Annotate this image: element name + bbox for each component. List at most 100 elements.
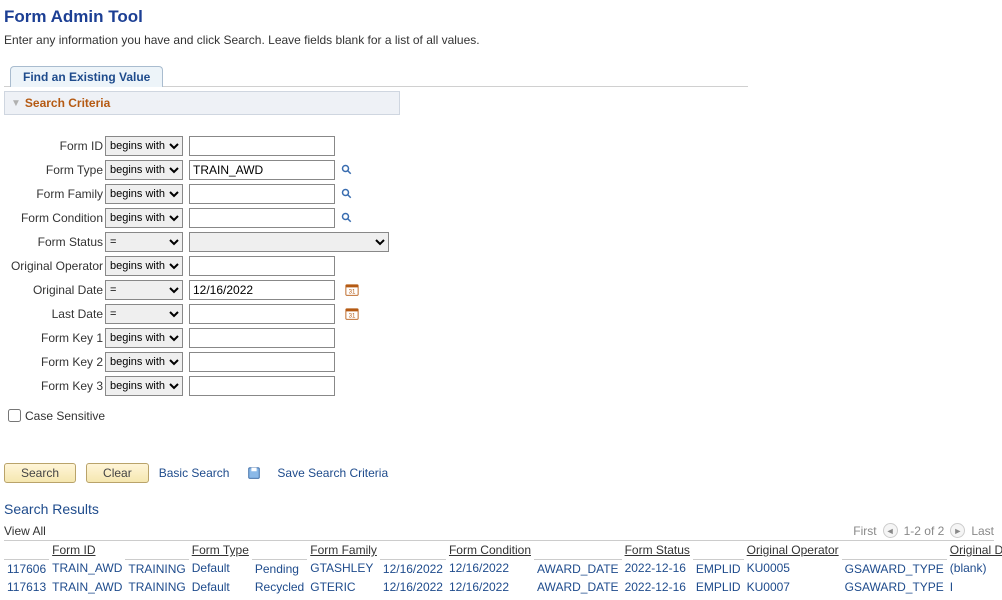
form-family-input[interactable] (189, 184, 335, 204)
search-button[interactable]: Search (4, 463, 76, 483)
original-date-cal[interactable]: 31 (341, 283, 359, 297)
form-key-3-input[interactable] (189, 376, 335, 396)
cell[interactable]: 2022-12-16 (622, 578, 693, 596)
nav-first[interactable]: First (853, 524, 876, 538)
form-status-op[interactable]: = (105, 232, 183, 252)
cell[interactable]: I (947, 578, 1002, 596)
nav-last[interactable]: Last (971, 524, 994, 538)
case-sensitive-checkbox[interactable] (8, 409, 21, 422)
nav-range: 1-2 of 2 (904, 524, 945, 538)
calendar-icon: 31 (345, 283, 359, 297)
tab-find-existing[interactable]: Find an Existing Value (10, 66, 163, 87)
cell[interactable]: EMPLID (693, 578, 744, 596)
table-row[interactable]: 117606 TRAIN_AWD TRAINING Default Pendin… (4, 559, 1002, 578)
cell[interactable]: 117613 (4, 578, 49, 596)
cell[interactable]: AWARD_DATE (534, 559, 622, 578)
form-key-2-op[interactable]: begins with (105, 352, 183, 372)
cell[interactable]: TRAINING (125, 578, 188, 596)
section-title: Search Criteria (25, 96, 110, 110)
cell[interactable]: EMPLID (693, 559, 744, 578)
form-key-3-label: Form Key 3 (4, 379, 105, 393)
cell[interactable]: TRAINING (125, 559, 188, 578)
calendar-icon: 31 (345, 307, 359, 321)
form-key-1-input[interactable] (189, 328, 335, 348)
last-date-op[interactable]: = (105, 304, 183, 324)
criteria-form: Form ID begins with Form Type begins wit… (4, 135, 998, 425)
form-id-input[interactable] (189, 136, 335, 156)
save-search-icon (247, 466, 261, 480)
form-id-label: Form ID (4, 139, 105, 153)
col-form-family[interactable]: Form Family (307, 541, 380, 559)
form-condition-label: Form Condition (4, 211, 105, 225)
case-sensitive-row: Case Sensitive (4, 406, 998, 425)
lookup-icon (341, 212, 353, 224)
results-table: Form ID Form Type Form Family Form Condi… (4, 541, 1002, 596)
save-search-link[interactable]: Save Search Criteria (277, 466, 388, 480)
cell[interactable]: Pending (252, 559, 307, 578)
cell[interactable]: TRAIN_AWD (49, 578, 125, 596)
form-key-1-op[interactable]: begins with (105, 328, 183, 348)
col-orig-date[interactable]: Original Date (947, 541, 1002, 559)
button-row: Search Clear Basic Search Save Search Cr… (4, 463, 998, 483)
table-row[interactable]: 117613 TRAIN_AWD TRAINING Default Recycl… (4, 578, 1002, 596)
cell[interactable]: 12/16/2022 (380, 578, 446, 596)
form-type-lookup[interactable] (341, 164, 353, 176)
last-date-label: Last Date (4, 307, 105, 321)
original-operator-input[interactable] (189, 256, 335, 276)
form-condition-lookup[interactable] (341, 212, 353, 224)
form-status-select[interactable] (189, 232, 389, 252)
clear-button[interactable]: Clear (86, 463, 149, 483)
form-condition-input[interactable] (189, 208, 335, 228)
case-sensitive-label[interactable]: Case Sensitive (25, 409, 105, 423)
cell[interactable]: AWARD_DATE (534, 578, 622, 596)
nav-next-icon[interactable]: ► (950, 523, 965, 538)
original-date-input[interactable] (189, 280, 335, 300)
form-type-input[interactable] (189, 160, 335, 180)
section-search-criteria[interactable]: ▼ Search Criteria (4, 91, 400, 115)
view-all-link[interactable]: View All (4, 524, 46, 538)
col-form-type[interactable]: Form Type (189, 541, 252, 559)
cell[interactable]: 12/16/2022 (446, 559, 534, 578)
cell[interactable]: 12/16/2022 (380, 559, 446, 578)
form-family-op[interactable]: begins with (105, 184, 183, 204)
original-date-op[interactable]: = (105, 280, 183, 300)
form-type-op[interactable]: begins with (105, 160, 183, 180)
svg-text:31: 31 (349, 312, 356, 319)
cell[interactable]: TRAIN_AWD (49, 559, 125, 578)
lookup-icon (341, 188, 353, 200)
form-family-label: Form Family (4, 187, 105, 201)
tab-row: Find an Existing Value (4, 65, 748, 87)
nav-prev-icon[interactable]: ◄ (883, 523, 898, 538)
instructions-text: Enter any information you have and click… (4, 33, 998, 47)
cell[interactable]: Recycled (252, 578, 307, 596)
cell[interactable]: 117606 (4, 559, 49, 578)
svg-text:31: 31 (349, 288, 356, 295)
form-key-1-label: Form Key 1 (4, 331, 105, 345)
original-operator-label: Original Operator (4, 259, 105, 273)
cell[interactable]: (blank) (947, 559, 1002, 578)
original-operator-op[interactable]: begins with (105, 256, 183, 276)
col-form-id[interactable]: Form ID (49, 541, 125, 559)
form-key-2-input[interactable] (189, 352, 335, 372)
col-form-status[interactable]: Form Status (622, 541, 693, 559)
cell[interactable]: GSAWARD_TYPE (842, 578, 947, 596)
cell[interactable]: KU0007 (744, 578, 842, 596)
last-date-input[interactable] (189, 304, 335, 324)
form-key-3-op[interactable]: begins with (105, 376, 183, 396)
col-form-condition[interactable]: Form Condition (446, 541, 534, 559)
cell[interactable]: GSAWARD_TYPE (842, 559, 947, 578)
form-condition-op[interactable]: begins with (105, 208, 183, 228)
results-header-row: Form ID Form Type Form Family Form Condi… (4, 541, 1002, 559)
cell[interactable]: KU0005 (744, 559, 842, 578)
cell[interactable]: Default (189, 578, 252, 596)
basic-search-link[interactable]: Basic Search (159, 466, 230, 480)
cell[interactable]: 12/16/2022 (446, 578, 534, 596)
form-id-op[interactable]: begins with (105, 136, 183, 156)
cell[interactable]: GTERIC (307, 578, 380, 596)
last-date-cal[interactable]: 31 (341, 307, 359, 321)
cell[interactable]: GTASHLEY (307, 559, 380, 578)
form-family-lookup[interactable] (341, 188, 353, 200)
cell[interactable]: 2022-12-16 (622, 559, 693, 578)
col-orig-op[interactable]: Original Operator (744, 541, 842, 559)
cell[interactable]: Default (189, 559, 252, 578)
